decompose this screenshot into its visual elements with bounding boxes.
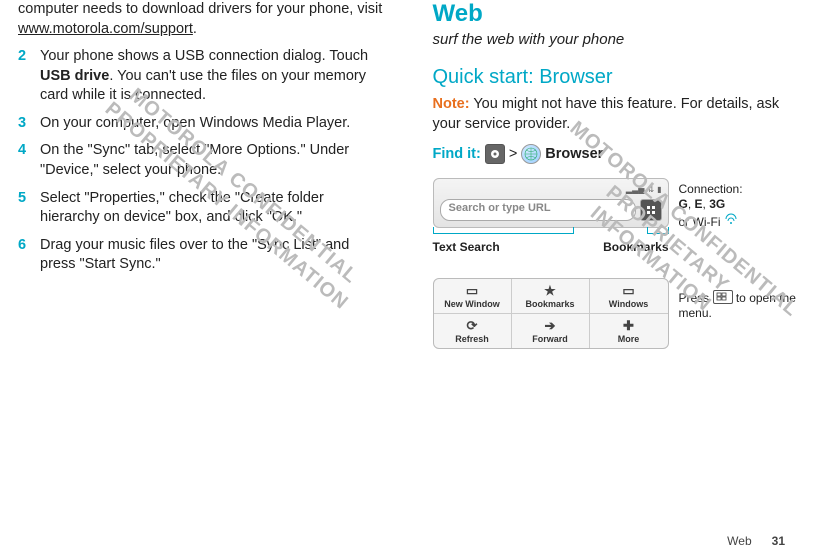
menu-item-bookmarks[interactable]: ★ Bookmarks xyxy=(512,279,590,314)
window-icon: ▭ xyxy=(463,285,481,297)
menu-item-more[interactable]: ✚ More xyxy=(590,314,668,348)
step-2-text: Your phone shows a USB connection dialog… xyxy=(40,47,383,106)
refresh-icon: ⟳ xyxy=(463,320,481,332)
url-search-input[interactable]: Search or type URL xyxy=(440,199,636,221)
step-6-text: Drag your music files over to the "Sync … xyxy=(40,236,383,275)
globe-icon xyxy=(521,144,541,164)
windows-icon: ▭ xyxy=(620,285,638,297)
find-it-line: Find it: > Browser xyxy=(433,144,798,164)
step-4-text: On the "Sync" tab, select "More Options.… xyxy=(40,141,383,180)
bookmarks-button[interactable] xyxy=(640,199,662,221)
signal-icon: ▂▃▅ xyxy=(626,185,644,195)
network-icon: ⇅ xyxy=(647,185,654,195)
step-number-4: 4 xyxy=(18,141,30,180)
callout-bookmarks: Bookmarks xyxy=(603,240,668,254)
plus-icon: ✚ xyxy=(620,320,638,332)
menu-key-note: Press to open the menu. xyxy=(679,290,799,321)
step-number-2: 2 xyxy=(18,47,30,106)
step-5-text: Select "Properties," check the "Create f… xyxy=(40,189,383,228)
browser-urlbar-diagram: ▂▃▅ ⇅ ▮ Search or type URL xyxy=(433,178,669,228)
step-number-3: 3 xyxy=(18,114,30,134)
section-heading-web: Web xyxy=(433,0,798,28)
menu-key-icon xyxy=(713,290,733,304)
menu-item-forward[interactable]: ➔ Forward xyxy=(512,314,590,348)
step-number-5: 5 xyxy=(18,189,30,228)
quick-start-heading: Quick start: Browser xyxy=(433,66,798,89)
step-number-6: 6 xyxy=(18,236,30,275)
apps-icon xyxy=(485,144,505,164)
step-3-text: On your computer, open Windows Media Pla… xyxy=(40,114,350,134)
section-subtitle: surf the web with your phone xyxy=(433,30,798,50)
battery-icon: ▮ xyxy=(657,185,661,195)
star-icon: ★ xyxy=(541,285,559,297)
menu-item-windows[interactable]: ▭ Windows xyxy=(590,279,668,314)
note-paragraph: Note: You might not have this feature. F… xyxy=(433,95,798,134)
menu-item-new-window[interactable]: ▭ New Window xyxy=(434,279,512,314)
connection-note: Connection: G, E, 3G or Wi-Fi xyxy=(679,182,743,230)
menu-item-refresh[interactable]: ⟳ Refresh xyxy=(434,314,512,348)
browser-menu-diagram: ▭ New Window ★ Bookmarks ▭ Windows ⟳ Ref… xyxy=(433,278,669,349)
support-link[interactable]: www.motorola.com/support xyxy=(18,21,193,37)
page-footer: Web 31 xyxy=(727,534,785,548)
wifi-icon xyxy=(724,212,738,226)
continuation-paragraph: computer needs to download drivers for y… xyxy=(18,0,383,39)
callout-text-search: Text Search xyxy=(433,240,500,254)
forward-arrow-icon: ➔ xyxy=(541,320,559,332)
